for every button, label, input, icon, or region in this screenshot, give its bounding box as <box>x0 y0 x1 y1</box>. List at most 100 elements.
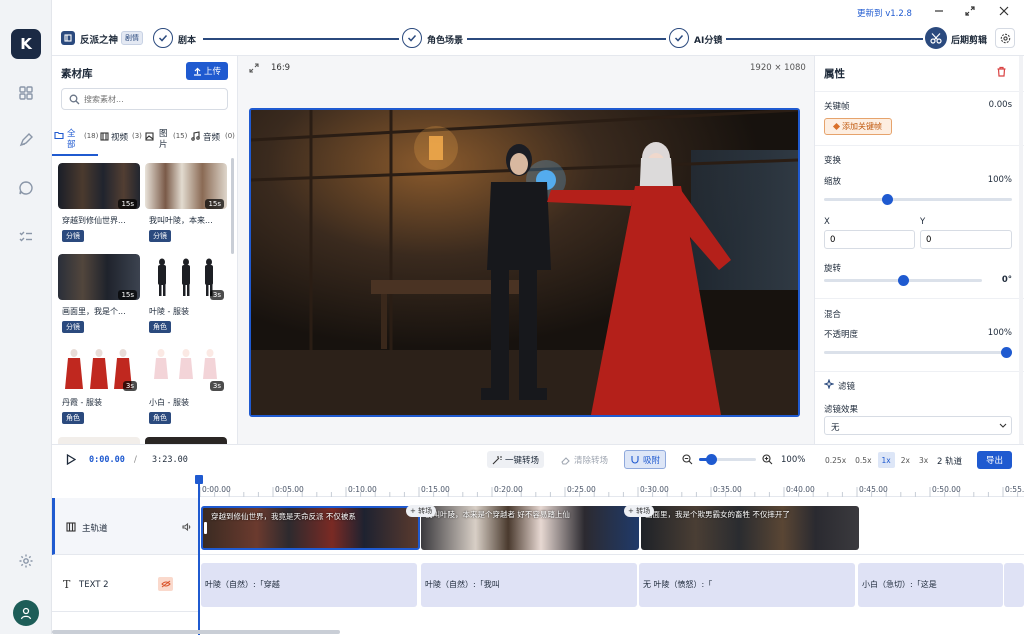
library-item-partial[interactable] <box>145 437 227 444</box>
step-check-icon[interactable] <box>402 28 422 48</box>
upload-button[interactable]: 上传 <box>186 62 228 80</box>
filter-tab-image[interactable]: 图片 (15) <box>144 126 188 156</box>
export-button[interactable]: 导出 <box>977 451 1012 469</box>
volume-icon[interactable] <box>182 522 192 532</box>
y-input[interactable] <box>920 230 1012 249</box>
visibility-off-icon[interactable] <box>158 577 173 591</box>
step-check-icon[interactable] <box>669 28 689 48</box>
library-item[interactable]: 15s 穿越到修仙世界... 分镜 <box>58 163 140 245</box>
clear-transition-button[interactable]: 清除转场 <box>561 451 608 468</box>
step-label-script[interactable]: 剧本 <box>178 33 196 46</box>
speed-option-active[interactable]: 1x <box>877 452 895 468</box>
preview-frame[interactable] <box>249 108 800 417</box>
slider-knob[interactable] <box>1001 347 1012 358</box>
keyframe-time: 0.00s <box>988 100 1012 110</box>
search-box[interactable] <box>61 88 228 110</box>
x-input[interactable] <box>824 230 915 249</box>
settings-icon[interactable] <box>995 28 1015 48</box>
video-clip[interactable]: 我叫叶陵，本来是个穿越者 好不容易踏上仙 <box>421 506 639 550</box>
transition-chip[interactable]: + 转场 <box>624 505 655 517</box>
add-keyframe-button[interactable]: 添加关键帧 <box>824 118 892 135</box>
fullscreen-icon[interactable] <box>249 63 259 76</box>
step-label-storyboard[interactable]: AI分镜 <box>694 33 722 46</box>
filter-label: 视频 <box>111 133 129 143</box>
maximize-icon[interactable] <box>965 6 977 16</box>
ruler-ticks <box>199 487 1019 497</box>
step-check-icon[interactable] <box>153 28 173 48</box>
play-icon[interactable] <box>66 453 77 468</box>
item-tag: 角色 <box>62 412 84 424</box>
playhead[interactable] <box>195 475 203 635</box>
rotation-slider[interactable] <box>824 275 982 286</box>
auto-transition-button[interactable]: 一键转场 <box>487 451 545 468</box>
text-clip-label: 小白（急切）:「这是 <box>862 580 937 589</box>
text-clip-label: 叶陵（自然）:「我叫 <box>425 580 500 589</box>
update-link[interactable]: 更新到 v1.2.8 <box>857 7 912 19</box>
snap-button[interactable]: 吸附 <box>624 450 667 469</box>
grid-icon[interactable] <box>15 82 37 104</box>
video-clip[interactable]: 画面里，我是个欺男霸女的畜牲 不仅摔开了 <box>641 506 859 550</box>
text-clip[interactable]: 叶陵（自然）:「穿越 <box>201 563 417 607</box>
track-header-text[interactable]: T TEXT 2 <box>52 556 198 612</box>
minimize-icon[interactable] <box>934 6 946 16</box>
y-label: Y <box>920 217 926 227</box>
speed-option[interactable]: 3x <box>916 452 931 468</box>
chat-icon[interactable] <box>15 177 37 199</box>
playhead-handle[interactable] <box>195 475 203 484</box>
pen-icon[interactable] <box>15 129 37 151</box>
zoom-knob[interactable] <box>706 454 717 465</box>
zoom-in-icon[interactable] <box>762 454 773 468</box>
speed-option[interactable]: 0.25x <box>822 452 849 468</box>
delete-icon[interactable] <box>996 66 1007 80</box>
transform-label: 变换 <box>824 156 842 166</box>
ruler-tick-label: 0:50.00 <box>932 485 961 494</box>
filter-tab-audio[interactable]: 音频 (0) <box>190 126 237 156</box>
opacity-slider[interactable] <box>824 347 1012 358</box>
item-tag: 角色 <box>149 412 171 424</box>
timeline: 0:00.00 / 3:23.00 一键转场 清除转场 吸附 100% 0.25… <box>52 444 1024 635</box>
panel-scrollbar[interactable] <box>1019 56 1023 444</box>
search-input[interactable] <box>84 92 224 107</box>
library-item[interactable]: 15s 画面里，我是个... 分镜 <box>58 254 140 336</box>
step-connector <box>467 38 666 40</box>
library-item[interactable]: 3s 丹霞 - 服装 角色 <box>58 345 140 427</box>
library-item[interactable]: 15s 我叫叶陵，本来... 分镜 <box>145 163 227 245</box>
speed-option[interactable]: 0.5x <box>852 452 874 468</box>
slider-knob[interactable] <box>897 275 909 286</box>
settings-icon[interactable] <box>15 550 37 572</box>
app-logo[interactable]: K <box>11 29 41 59</box>
aspect-ratio[interactable]: 16:9 <box>271 63 290 73</box>
track-header-main[interactable]: 主轨道 <box>52 498 198 555</box>
slider-knob[interactable] <box>882 194 894 205</box>
duration-badge: 3s <box>122 381 137 391</box>
text-clip[interactable]: 无 叶陵（愤怒）:「 <box>639 563 855 607</box>
text-clip[interactable]: 小白（急切）:「这是 <box>858 563 1003 607</box>
text-clip[interactable] <box>1004 563 1024 607</box>
filter-tab-video[interactable]: 视频 (3) <box>99 126 143 156</box>
scale-slider[interactable] <box>824 194 1012 205</box>
close-icon[interactable] <box>999 6 1011 16</box>
library-item[interactable]: 3s 叶陵 - 服装 角色 <box>145 254 227 336</box>
step-label-editing[interactable]: 后期剪辑 <box>951 33 987 46</box>
step-scissors-icon[interactable] <box>925 27 947 49</box>
video-clip[interactable]: 穿越到修仙世界，我竟是天命反派 不仅被系 <box>201 506 420 550</box>
speed-option[interactable]: 2x <box>898 452 913 468</box>
avatar[interactable] <box>13 600 39 626</box>
library-scrollbar[interactable] <box>231 158 234 254</box>
step-label-characters[interactable]: 角色场景 <box>427 33 463 46</box>
library-item-partial[interactable] <box>58 437 140 444</box>
filter-select[interactable]: 无 <box>824 416 1012 435</box>
library-item[interactable]: 3s 小白 - 服装 角色 <box>145 345 227 427</box>
filter-tab-all[interactable]: 全部 (18) <box>52 126 98 156</box>
zoom-slider[interactable] <box>699 454 756 465</box>
divider <box>815 298 1024 299</box>
clip-handle[interactable] <box>204 522 207 534</box>
horizontal-scrollbar[interactable] <box>52 630 340 634</box>
x-label: X <box>824 217 830 227</box>
current-time: 0:00.00 <box>89 455 125 465</box>
transition-chip[interactable]: + 转场 <box>406 505 437 517</box>
text-clip[interactable]: 叶陵（自然）:「我叫 <box>421 563 637 607</box>
checklist-icon[interactable] <box>15 226 37 248</box>
material-library: 素材库 上传 全部 (18) 视频 (3) 图片 (15) 音频 (0) 15s… <box>52 56 238 444</box>
zoom-out-icon[interactable] <box>682 454 693 468</box>
